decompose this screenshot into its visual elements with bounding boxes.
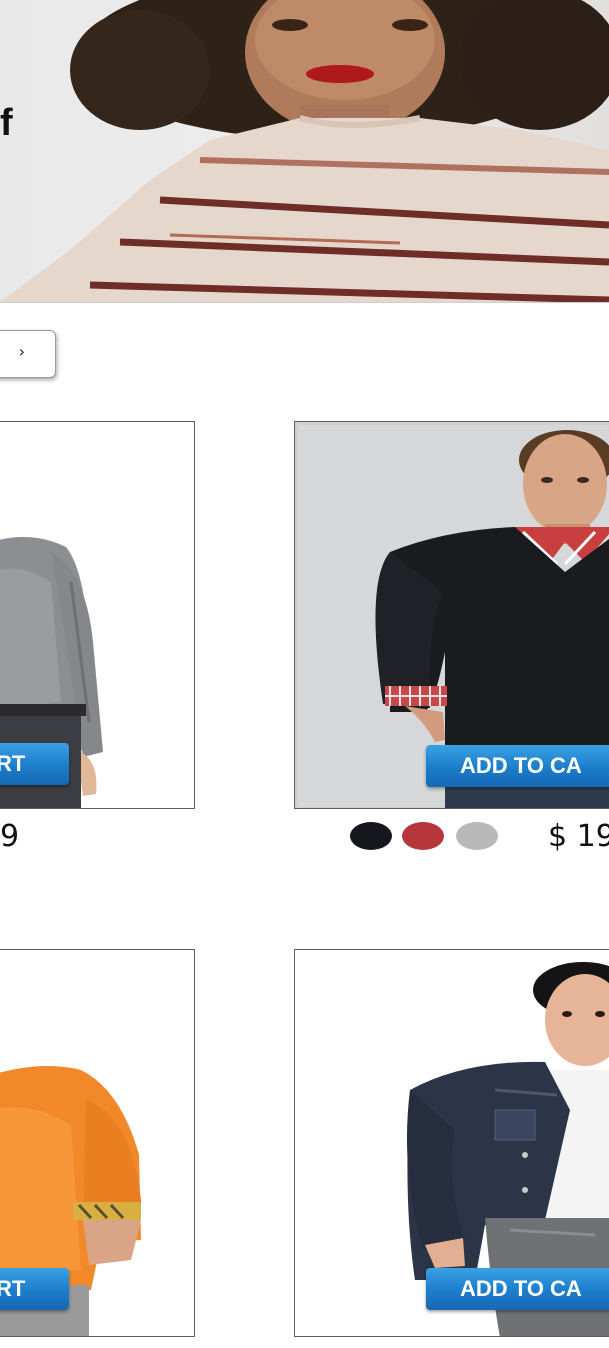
add-to-cart-label: ADD TO CA	[460, 1276, 582, 1301]
product-price: $ 19	[548, 819, 609, 854]
product-card-grey-shirt[interactable]: RT	[0, 421, 195, 809]
product-card-denim-jacket[interactable]: ADD TO CA	[294, 949, 609, 1337]
add-to-cart-label: ADD TO CA	[460, 753, 582, 778]
hero-headline: f	[0, 102, 13, 144]
add-to-cart-button[interactable]: ADD TO CA	[426, 745, 609, 787]
product-card-black-sweater[interactable]: ADD TO CA	[294, 421, 609, 809]
chevron-down-icon: ›	[18, 342, 25, 361]
product-card-orange-sweater[interactable]: RT	[0, 949, 195, 1337]
sort-dropdown[interactable]: ›	[0, 330, 56, 378]
color-swatch-red[interactable]	[402, 822, 444, 850]
hero-banner[interactable]: f	[0, 0, 609, 303]
color-swatch-grey[interactable]	[456, 822, 498, 850]
hero-model-image	[0, 0, 609, 302]
add-to-cart-label: RT	[0, 1276, 26, 1301]
color-swatch-black[interactable]	[350, 822, 392, 850]
add-to-cart-label: RT	[0, 751, 26, 776]
add-to-cart-button[interactable]: RT	[0, 1268, 69, 1310]
product-price: 9	[0, 819, 20, 854]
add-to-cart-button[interactable]: ADD TO CA	[426, 1268, 609, 1310]
add-to-cart-button[interactable]: RT	[0, 743, 69, 785]
